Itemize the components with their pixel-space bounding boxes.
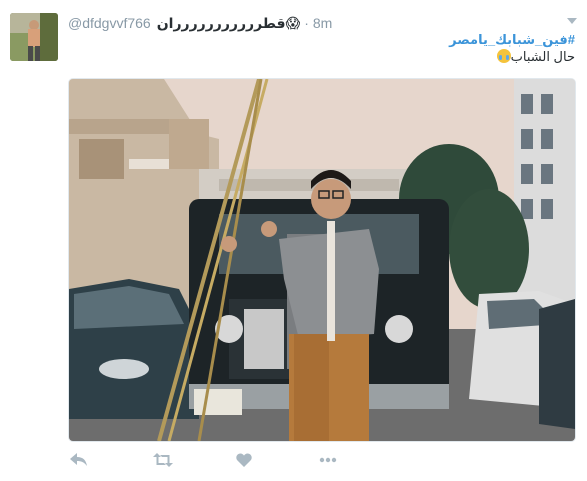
more-icon [319, 457, 337, 463]
scream-emoji: 😱 [285, 14, 301, 31]
retweet-button[interactable] [153, 448, 236, 472]
tweet-body: حال الشباب [75, 48, 575, 65]
separator: · [304, 15, 309, 31]
reply-button[interactable] [70, 448, 153, 472]
like-icon [236, 453, 252, 467]
timestamp[interactable]: 8m [313, 15, 332, 31]
tweet-body-text: حال الشباب [510, 49, 575, 64]
laughing-tears-emoji [496, 49, 511, 63]
display-name[interactable]: 😱قطررررررررررران [157, 15, 300, 32]
reply-icon [70, 453, 87, 466]
display-name-text: قطررررررررررران [156, 14, 286, 31]
user-handle[interactable]: @dfdgvvf766 [68, 15, 151, 31]
hashtag-link[interactable]: #فين_شبابك_يامصر [75, 31, 575, 48]
retweet-icon [153, 453, 173, 467]
avatar[interactable] [10, 13, 58, 61]
more-button[interactable] [319, 448, 402, 472]
tweet-actions [70, 448, 402, 472]
tweet-card: @dfdgvvf766 😱قطررررررررررران · 8m #فين_ش… [0, 0, 587, 481]
tweet-photo[interactable] [68, 78, 576, 442]
tweet-header: @dfdgvvf766 😱قطررررررررررران · 8m [68, 13, 577, 33]
like-button[interactable] [236, 448, 319, 472]
chevron-down-icon[interactable] [567, 18, 577, 24]
tweet-text: #فين_شبابك_يامصر حال الشباب [75, 31, 575, 65]
